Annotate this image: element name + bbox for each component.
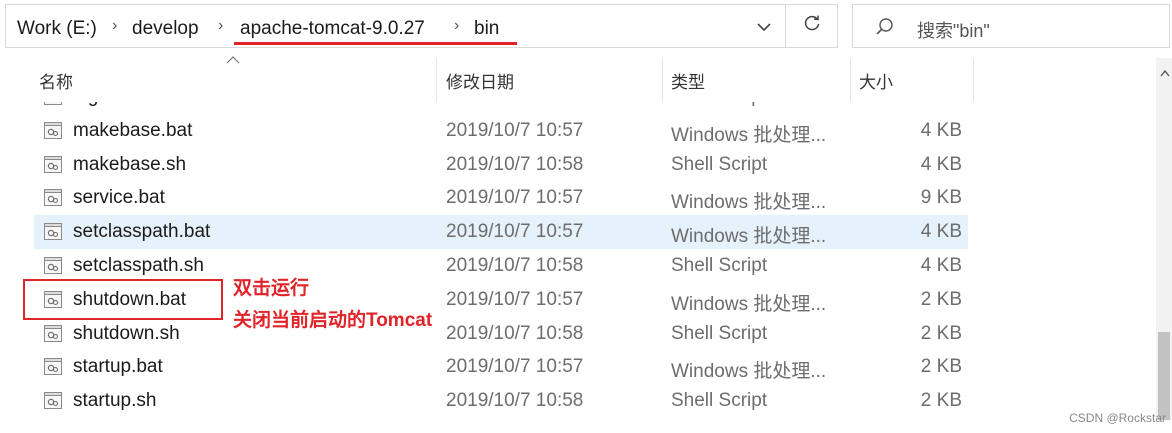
file-type: Shell Script: [671, 153, 768, 175]
file-date: 2019/10/7 10:57: [446, 187, 584, 209]
file-name: startup.sh: [73, 390, 157, 412]
file-size: 2 KB: [921, 102, 962, 108]
file-row[interactable]: digest.sh 2019/10/7 10:58 Shell Script 2 KB: [34, 102, 968, 114]
file-name: makebase.bat: [73, 119, 193, 141]
file-size: 4 KB: [920, 255, 962, 276]
file-row[interactable]: setclasspath.sh 2019/10/7 10:58 Shell Scri…: [34, 249, 968, 283]
file-date: 2019/10/7 10:58: [446, 255, 584, 276]
script-file-icon: [44, 324, 62, 342]
annotation-line-2: 关闭当前启动的Tomcat: [233, 310, 433, 331]
breadcrumb-bin[interactable]: bin: [474, 18, 499, 40]
breadcrumb-drive[interactable]: Work (E:): [17, 18, 97, 40]
file-size: 4 KB: [920, 119, 962, 141]
file-row[interactable]: makebase.sh 2019/10/7 10:58 Shell Script 4 …: [34, 148, 968, 182]
file-name: startup.bat: [73, 356, 163, 378]
file-size: 2 KB: [920, 390, 962, 412]
annotation-underline: [234, 42, 517, 45]
watermark: CSDN @Rockstar: [1069, 411, 1166, 425]
script-file-icon: [44, 121, 62, 139]
annotation-highlight-box: [23, 279, 223, 320]
file-list: digest.sh 2019/10/7 10:58 Shell Script 2 KB…: [0, 102, 1150, 420]
script-file-icon: [44, 102, 62, 105]
file-name: digest.sh: [73, 102, 149, 108]
column-divider[interactable]: [436, 58, 437, 102]
file-row[interactable]: service.bat 2019/10/7 10:57 Windows 批处理...…: [34, 181, 968, 215]
refresh-icon: [802, 13, 822, 39]
chevron-right-icon[interactable]: ›: [454, 17, 459, 35]
file-type: Windows 批处理...: [671, 192, 827, 214]
file-date: 2019/10/7 10:57: [446, 221, 584, 243]
file-name: setclasspath.bat: [73, 221, 211, 243]
file-type: Windows 批处理...: [671, 293, 827, 315]
file-size: 4 KB: [920, 221, 962, 243]
script-file-icon: [44, 223, 62, 241]
file-size: 9 KB: [920, 187, 962, 209]
column-divider[interactable]: [973, 58, 974, 102]
file-type: Shell Script: [671, 322, 768, 344]
search-placeholder[interactable]: 搜索"bin": [917, 17, 990, 43]
file-size: 2 KB: [920, 288, 962, 310]
file-date: 2019/10/7 10:57: [446, 288, 584, 310]
file-name: service.bat: [73, 187, 165, 209]
script-file-icon: [44, 189, 62, 207]
file-date: 2019/10/7 10:58: [446, 390, 584, 412]
file-row[interactable]: shutdown.sh 2019/10/7 10:58 Shell Script 2 …: [34, 317, 968, 351]
file-date: 2019/10/7 10:58: [446, 102, 583, 108]
file-type: Shell Script: [671, 390, 768, 412]
chevron-right-icon[interactable]: ›: [112, 17, 117, 35]
search-box[interactable]: 搜索"bin": [852, 4, 1170, 48]
file-type: Windows 批处理...: [671, 124, 827, 146]
search-icon: [875, 17, 895, 42]
script-file-icon: [44, 257, 62, 274]
script-file-icon: [44, 392, 62, 410]
column-header-name[interactable]: 名称: [39, 68, 73, 93]
script-file-icon: [44, 358, 62, 376]
file-size: 2 KB: [920, 356, 962, 378]
file-date: 2019/10/7 10:57: [446, 119, 584, 141]
breadcrumb-tomcat[interactable]: apache-tomcat-9.0.27: [240, 18, 425, 40]
file-row[interactable]: startup.bat 2019/10/7 10:57 Windows 批处理...…: [34, 350, 968, 384]
scroll-up-icon[interactable]: [1160, 64, 1170, 82]
file-name: makebase.sh: [73, 153, 187, 175]
file-date: 2019/10/7 10:57: [446, 356, 584, 378]
file-name: shutdown.sh: [73, 322, 180, 344]
breadcrumb-develop[interactable]: develop: [132, 18, 199, 40]
column-divider[interactable]: [662, 58, 663, 102]
file-type: Shell Script: [671, 102, 767, 108]
refresh-button[interactable]: [786, 4, 838, 48]
file-size: 2 KB: [920, 322, 962, 344]
file-row[interactable]: startup.sh 2019/10/7 10:58 Shell Script 2 K…: [34, 384, 968, 418]
scrollbar-thumb[interactable]: [1158, 332, 1170, 420]
file-type: Windows 批处理...: [671, 361, 827, 383]
column-divider[interactable]: [850, 58, 851, 102]
file-row[interactable]: setclasspath.bat 2019/10/7 10:57 Windows 批…: [34, 215, 968, 250]
file-row[interactable]: makebase.bat 2019/10/7 10:57 Windows 批处理..…: [34, 114, 968, 148]
column-header-size[interactable]: 大小: [859, 68, 893, 93]
file-date: 2019/10/7 10:58: [446, 322, 584, 344]
script-file-icon: [44, 155, 62, 173]
dropdown-chevron-icon[interactable]: [756, 19, 772, 38]
chevron-right-icon[interactable]: ›: [218, 17, 223, 35]
file-date: 2019/10/7 10:58: [446, 153, 584, 175]
column-header-type[interactable]: 类型: [671, 68, 705, 93]
sort-ascending-icon: [226, 55, 240, 67]
file-type: Shell Script: [671, 255, 768, 276]
annotation-line-1: 双击运行: [233, 278, 310, 299]
file-type: Windows 批处理...: [671, 226, 827, 248]
file-size: 4 KB: [920, 153, 962, 175]
column-header-date[interactable]: 修改日期: [446, 68, 514, 93]
file-name: setclasspath.sh: [73, 255, 204, 276]
